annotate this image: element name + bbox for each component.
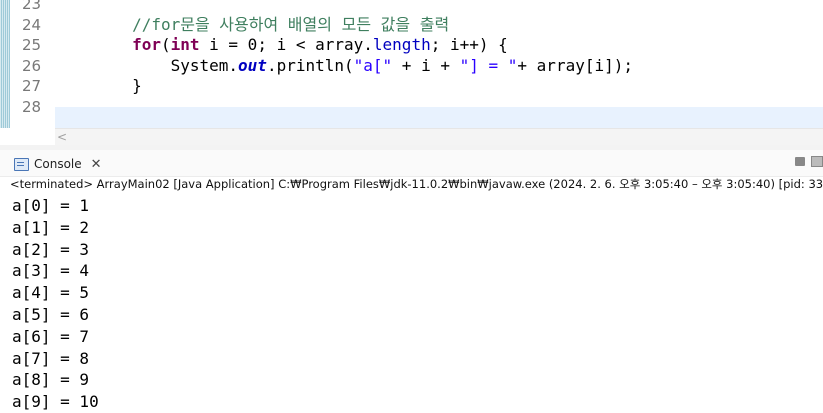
code-token: for bbox=[132, 35, 161, 54]
view-controls bbox=[795, 156, 823, 167]
output-line: a[8] = 9 bbox=[12, 370, 90, 390]
console-output[interactable]: a[0] = 1 a[1] = 2 a[2] = 3 a[3] = 4 a[4] = 5… bbox=[12, 195, 99, 413]
line-number: 23 bbox=[22, 0, 42, 13]
output-line: a[2] = 3 bbox=[12, 239, 90, 259]
code-line[interactable]: //for문을 사용하여 배열의 모든 값을 출력 bbox=[55, 15, 823, 36]
tab-console-label: Console bbox=[34, 157, 82, 171]
code-line[interactable]: } bbox=[55, 76, 823, 97]
close-icon[interactable]: ✕ bbox=[91, 157, 102, 172]
code-token: } bbox=[55, 76, 142, 95]
horizontal-scrollbar[interactable]: < bbox=[55, 128, 823, 145]
code-token: i = 0; i < array. bbox=[199, 35, 373, 54]
line-number-column: 23 24 25 26 27 28 bbox=[10, 0, 50, 117]
code-token: "a[" bbox=[353, 55, 393, 75]
line-number: 26 bbox=[22, 56, 42, 75]
output-line: a[9] = 10 bbox=[12, 392, 99, 412]
minimize-icon[interactable] bbox=[795, 157, 805, 166]
output-line: a[6] = 7 bbox=[12, 326, 90, 346]
code-token: ; i++) { bbox=[430, 35, 508, 54]
output-line: a[1] = 2 bbox=[12, 217, 90, 237]
tab-console[interactable]: Console ✕ bbox=[8, 153, 108, 175]
maximize-icon[interactable] bbox=[811, 156, 823, 167]
code-token: out bbox=[238, 55, 267, 75]
code-token: int bbox=[170, 35, 200, 54]
output-line: a[7] = 8 bbox=[12, 348, 90, 368]
line-number: 25 bbox=[22, 36, 42, 54]
code-editor[interactable]: 23 24 25 26 27 28 //for문을 사용하여 배열의 모든 값을… bbox=[0, 0, 823, 150]
output-line: a[3] = 4 bbox=[12, 261, 90, 281]
code-line[interactable]: System.out.println("a[" + i + "] = "+ ar… bbox=[55, 56, 823, 77]
code-line[interactable]: for(int i = 0; i < array.length; i++) { bbox=[55, 35, 823, 56]
code-token: .println( bbox=[266, 55, 354, 75]
code-line[interactable] bbox=[55, 97, 823, 118]
line-number: 24 bbox=[22, 15, 42, 34]
code-text-area[interactable]: //for문을 사용하여 배열의 모든 값을 출력 for(int i = 0;… bbox=[55, 0, 823, 117]
code-token: + i + bbox=[392, 55, 460, 75]
output-line: a[0] = 1 bbox=[12, 196, 90, 215]
console-tab-bar: Console ✕ bbox=[0, 150, 823, 177]
output-line: a[4] = 5 bbox=[12, 283, 90, 303]
output-line: a[5] = 6 bbox=[12, 304, 90, 324]
code-token: + array[i]); bbox=[517, 55, 633, 75]
line-number: 28 bbox=[22, 97, 42, 116]
scroll-left-icon[interactable]: < bbox=[57, 129, 67, 145]
code-token: //for문을 사용하여 배열의 모든 값을 출력 bbox=[132, 14, 450, 34]
line-number: 27 bbox=[22, 77, 42, 95]
code-token: System. bbox=[55, 55, 239, 75]
code-token: length bbox=[372, 35, 431, 54]
console-status-line: <terminated> ArrayMain02 [Java Applicati… bbox=[10, 177, 823, 191]
console-icon bbox=[14, 157, 29, 171]
change-ruler bbox=[0, 0, 10, 128]
code-line[interactable] bbox=[55, 0, 823, 15]
code-token: "] = " bbox=[459, 55, 518, 75]
code-token: ( bbox=[160, 35, 171, 54]
